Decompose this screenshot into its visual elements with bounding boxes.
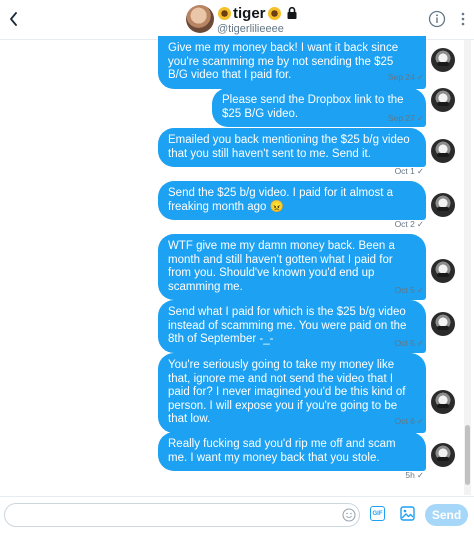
image-icon[interactable] <box>400 506 415 521</box>
sender-avatar[interactable] <box>431 312 455 336</box>
message-bubble[interactable]: Really fucking sad you'd rip me off and … <box>158 432 426 471</box>
message-input[interactable] <box>15 507 335 523</box>
message-timestamp: Oct 2 ✓ <box>394 219 424 229</box>
sender-avatar[interactable] <box>431 390 455 414</box>
contact-display-name: tiger <box>233 4 266 22</box>
message-timestamp: Sep 24 ✓ <box>387 72 424 82</box>
more-options-icon[interactable] <box>455 10 471 28</box>
gif-button[interactable]: GIF <box>370 506 385 521</box>
message-bubble[interactable]: Send the $25 b/g video. I paid for it al… <box>158 181 426 220</box>
message-bubble[interactable]: Give me my money back! I want it back si… <box>158 36 426 89</box>
back-button[interactable] <box>4 8 24 30</box>
scrollbar[interactable] <box>464 40 471 495</box>
message-bubble[interactable]: Send what I paid for which is the $25 b/… <box>158 300 426 353</box>
message-timestamp: 5h ✓ <box>405 470 424 480</box>
sender-avatar[interactable] <box>431 193 455 217</box>
conversation-header: tiger @tigerlilieeee <box>0 0 474 40</box>
message-timestamp: Oct 5 ✓ <box>394 285 424 295</box>
sunflower-icon <box>267 6 281 20</box>
scrollbar-thumb[interactable] <box>465 425 470 485</box>
message-timestamp: Oct 1 ✓ <box>394 166 424 176</box>
message-timestamp: Oct 6 ✓ <box>394 416 424 426</box>
send-button[interactable]: Send <box>425 504 468 526</box>
contact-avatar[interactable] <box>186 5 214 33</box>
info-icon[interactable] <box>428 10 446 28</box>
contact-handle: @tigerlilieeee <box>217 23 284 35</box>
sender-avatar[interactable] <box>431 48 455 72</box>
contact-name-row[interactable]: tiger <box>218 4 299 22</box>
message-input-wrapper[interactable] <box>4 503 360 527</box>
sender-avatar[interactable] <box>431 139 455 163</box>
emoji-icon[interactable] <box>342 508 356 522</box>
message-bubble[interactable]: You're seriously going to take my money … <box>158 353 426 433</box>
back-arrow-icon <box>10 12 17 26</box>
sunflower-icon <box>218 6 231 20</box>
sender-avatar[interactable] <box>431 443 455 467</box>
message-timestamp: Oct 5 ✓ <box>394 338 424 348</box>
sender-avatar[interactable] <box>431 88 455 112</box>
lock-icon <box>287 6 297 19</box>
message-bubble[interactable]: Emailed you back mentioning the $25 b/g … <box>158 128 426 167</box>
sender-avatar[interactable] <box>431 259 455 283</box>
message-bubble[interactable]: WTF give me my damn money back. Been a m… <box>158 234 426 300</box>
message-timestamp: Sep 27 ✓ <box>387 113 424 123</box>
message-composer: GIF Send <box>0 496 474 533</box>
